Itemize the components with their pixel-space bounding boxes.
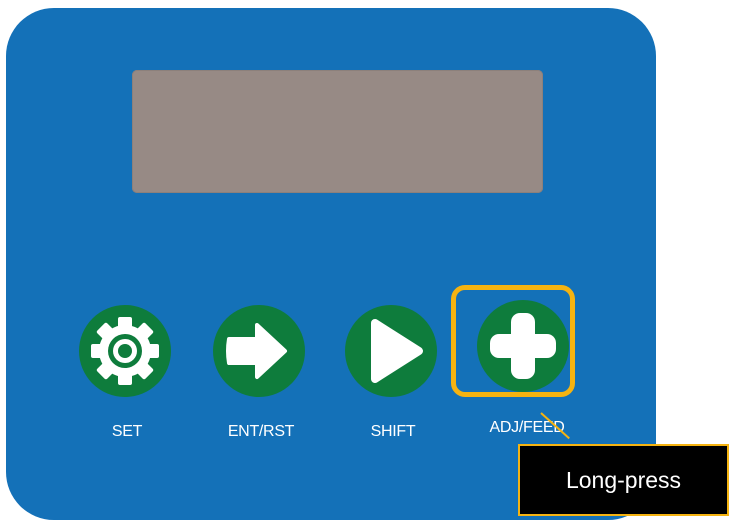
set-label: SET [111, 423, 143, 440]
ent-rst-label: ENT/RST [227, 423, 295, 440]
shift-button[interactable] [345, 305, 437, 397]
adj-feed-label: ADJ/FEED [489, 419, 565, 436]
arrow-right-icon [226, 323, 287, 379]
set-button[interactable] [79, 305, 171, 397]
gear-icon [91, 317, 159, 385]
callout-text: Long-press [565, 466, 682, 493]
shift-label: SHIFT [370, 423, 416, 440]
long-press-callout: Long-press [518, 444, 729, 516]
highlight-box [451, 285, 575, 397]
lcd-display [132, 70, 543, 193]
play-icon [371, 319, 423, 383]
ent-rst-button[interactable] [213, 305, 305, 397]
